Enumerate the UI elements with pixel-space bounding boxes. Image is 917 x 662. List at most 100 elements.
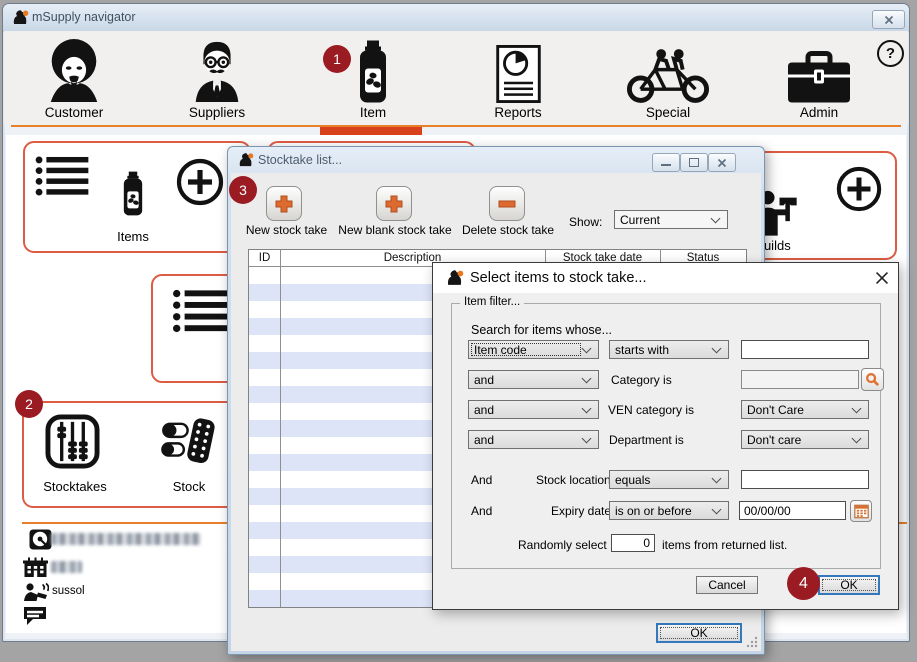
conjunction-dropdown[interactable]: and bbox=[468, 370, 599, 389]
new-stock-take-button[interactable] bbox=[266, 186, 302, 221]
conjunction-value: and bbox=[474, 433, 494, 447]
close-button[interactable] bbox=[871, 267, 893, 289]
new-blank-stock-take-button[interactable] bbox=[376, 186, 412, 221]
special-tandem-icon bbox=[626, 46, 710, 103]
main-titlebar[interactable]: mSupply navigator bbox=[3, 4, 909, 32]
category-is-label: Category is bbox=[611, 373, 672, 387]
minimize-icon bbox=[661, 164, 671, 167]
nav-customer[interactable]: Customer bbox=[19, 33, 129, 123]
annotation-badge-3: 3 bbox=[229, 176, 257, 204]
close-icon bbox=[717, 158, 727, 168]
cancel-button[interactable]: Cancel bbox=[696, 576, 758, 594]
and-label: And bbox=[471, 473, 492, 487]
desktop: mSupply navigator Customer Suppliers Ite… bbox=[0, 0, 917, 662]
department-value: Don't care bbox=[747, 433, 801, 447]
conjunction-value: and bbox=[474, 373, 494, 387]
delete-stock-take-button[interactable] bbox=[489, 186, 525, 221]
category-search-button[interactable] bbox=[861, 368, 884, 391]
expiry-operator-value: is on or before bbox=[615, 504, 692, 518]
search-value-input[interactable] bbox=[741, 340, 869, 359]
help-button[interactable]: ? bbox=[877, 40, 904, 67]
server-row bbox=[29, 529, 52, 555]
nav-label-customer: Customer bbox=[45, 105, 104, 120]
stocktakes-abacus-icon bbox=[45, 414, 100, 469]
list-icon bbox=[173, 288, 230, 335]
nav-label-special: Special bbox=[646, 105, 690, 120]
stocktakes-panel-label: Stocktakes bbox=[34, 479, 116, 494]
nav-special[interactable]: Special bbox=[613, 33, 723, 123]
stocktake-window-title: Stocktake list... bbox=[258, 153, 342, 167]
new-item-plus-icon[interactable] bbox=[175, 157, 225, 207]
nav-suppliers[interactable]: Suppliers bbox=[162, 33, 272, 123]
ok-label: OK bbox=[690, 626, 707, 640]
stocktake-ok-button[interactable]: OK bbox=[656, 623, 742, 643]
items-bottle-icon bbox=[121, 164, 145, 223]
randomly-select-label: Randomly select bbox=[518, 538, 607, 552]
username-text: sussol bbox=[52, 585, 85, 597]
nav-admin[interactable]: Admin bbox=[764, 33, 874, 123]
expiry-operator-dropdown[interactable]: is on or before bbox=[609, 501, 729, 520]
plus-icon bbox=[384, 194, 404, 214]
store-row bbox=[23, 557, 48, 582]
stock-location-operator-dropdown[interactable]: equals bbox=[609, 470, 729, 489]
stock-location-operator-value: equals bbox=[615, 473, 650, 487]
show-filter-value: Current bbox=[620, 213, 660, 227]
chevron-down-icon bbox=[582, 403, 592, 413]
minimize-button[interactable] bbox=[652, 153, 680, 172]
reports-icon bbox=[496, 45, 541, 103]
suppliers-icon bbox=[186, 37, 248, 103]
panel-items[interactable]: Items bbox=[23, 141, 251, 253]
conjunction-dropdown[interactable]: and bbox=[468, 400, 599, 419]
dialog-ok-button[interactable]: OK bbox=[818, 575, 880, 595]
delete-stock-take-label: Delete stock take bbox=[453, 223, 563, 237]
ven-category-value: Don't Care bbox=[747, 403, 804, 417]
calendar-button[interactable] bbox=[850, 500, 872, 522]
chevron-down-icon bbox=[582, 343, 592, 353]
items-panel-label: Items bbox=[93, 229, 173, 244]
stock-location-label: Stock location bbox=[536, 473, 611, 487]
new-build-plus-icon[interactable] bbox=[835, 165, 883, 213]
dialog-title: Select items to stock take... bbox=[470, 270, 647, 286]
window-title: mSupply navigator bbox=[32, 10, 136, 24]
nav-reports[interactable]: Reports bbox=[463, 33, 573, 123]
category-input[interactable] bbox=[741, 370, 859, 389]
minus-icon bbox=[497, 194, 517, 214]
department-dropdown[interactable]: Don't care bbox=[741, 430, 869, 449]
server-info-redacted bbox=[51, 533, 201, 545]
nav-label-suppliers: Suppliers bbox=[189, 105, 245, 120]
conjunction-dropdown[interactable]: and bbox=[468, 430, 599, 449]
show-filter-dropdown[interactable]: Current bbox=[614, 210, 728, 229]
maximize-icon bbox=[689, 158, 699, 167]
dialog-titlebar[interactable]: Select items to stock take... bbox=[433, 263, 898, 293]
annotation-badge-4: 4 bbox=[787, 567, 820, 600]
expiry-date-label: Expiry date bbox=[551, 504, 611, 518]
maximize-button[interactable] bbox=[680, 153, 708, 172]
operator-dropdown[interactable]: starts with bbox=[609, 340, 729, 359]
nav-label-admin: Admin bbox=[800, 105, 838, 120]
ven-category-is-label: VEN category is bbox=[608, 403, 694, 417]
new-stock-take-label: New stock take bbox=[239, 223, 334, 237]
field-dropdown[interactable]: Item code bbox=[468, 340, 599, 359]
ven-category-dropdown[interactable]: Don't Care bbox=[741, 400, 869, 419]
column-header-id[interactable]: ID bbox=[249, 250, 280, 266]
close-button[interactable] bbox=[708, 153, 736, 172]
close-button[interactable] bbox=[872, 10, 905, 29]
department-is-label: Department is bbox=[609, 433, 684, 447]
main-toolbar: Customer Suppliers Item Reports Special … bbox=[4, 31, 908, 125]
customer-icon bbox=[43, 37, 105, 103]
calendar-icon bbox=[854, 504, 869, 519]
expiry-date-input[interactable] bbox=[739, 501, 846, 520]
random-count-input[interactable] bbox=[611, 534, 655, 552]
admin-toolbox-icon bbox=[786, 50, 852, 103]
speech-bubble-icon bbox=[23, 606, 47, 626]
close-icon bbox=[875, 271, 889, 285]
and-label: And bbox=[471, 504, 492, 518]
selected-tab-indicator bbox=[320, 127, 422, 135]
chevron-down-icon bbox=[852, 433, 862, 443]
annotation-badge-1: 1 bbox=[323, 45, 351, 73]
select-items-dialog: Select items to stock take... Item filte… bbox=[432, 262, 899, 610]
magnifier-icon bbox=[865, 372, 880, 387]
stock-location-input[interactable] bbox=[741, 470, 869, 489]
chevron-down-icon bbox=[582, 433, 592, 443]
resize-grip[interactable] bbox=[746, 636, 758, 648]
